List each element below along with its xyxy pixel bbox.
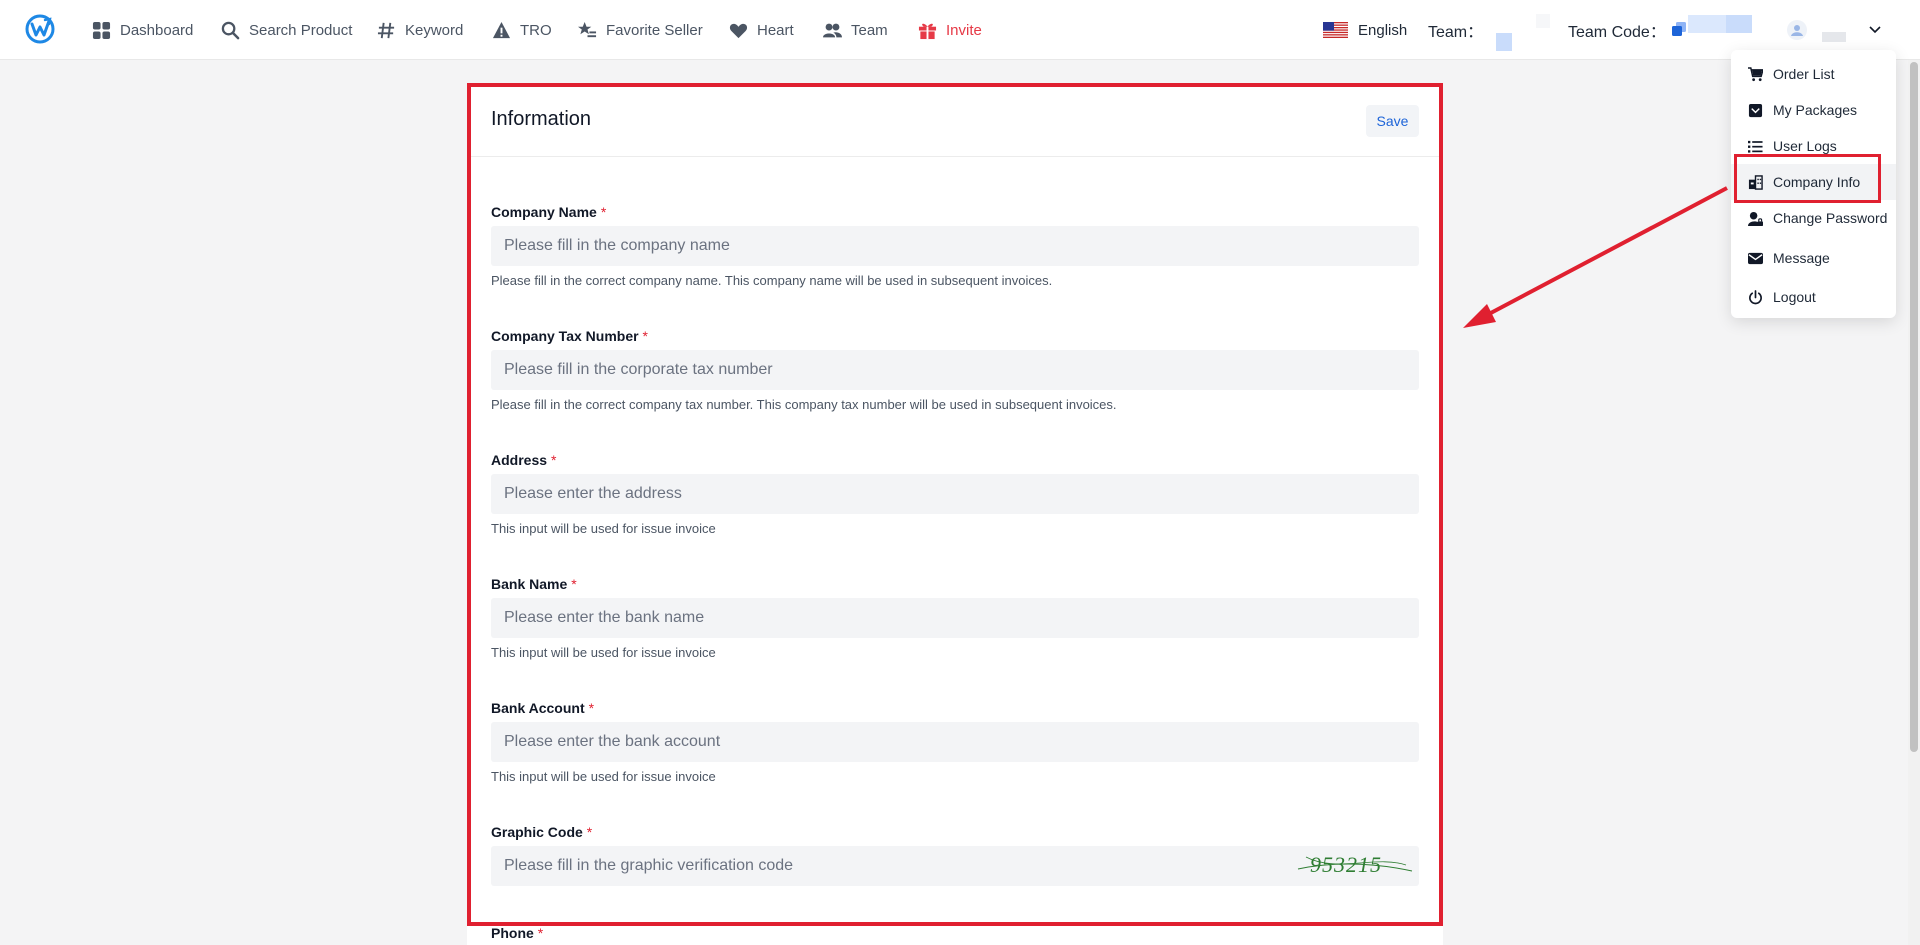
menu-item-label: Change Password [1773,210,1888,226]
tax-number-input[interactable] [491,350,1419,390]
nav-tro[interactable]: TRO [492,0,552,60]
menu-item-logout[interactable]: Logout [1731,279,1896,315]
bank-name-label: Bank Name * [491,576,577,592]
nav-heart[interactable]: Heart [729,0,794,60]
required-mark: * [551,452,557,468]
tax-number-label: Company Tax Number * [491,328,648,344]
menu-highlight-box [1734,154,1881,203]
captcha-text: 953215 [1310,852,1382,877]
graphic-code-input[interactable] [491,846,1419,886]
language-selector[interactable]: English [1323,0,1407,60]
hash-icon [377,22,395,38]
star-list-icon [578,21,597,37]
gift-icon [918,23,937,39]
field-label-text: Bank Name [491,576,568,592]
team-code-label: Team Code： [1568,24,1666,41]
nav-invite[interactable]: Invite [918,0,982,60]
company-name-input[interactable] [491,226,1419,266]
required-mark: * [600,204,607,220]
company-name-label: Company Name * [491,204,606,220]
team-name-redacted [1536,14,1550,28]
nav-dashboard[interactable]: Dashboard [92,0,193,60]
bank-name-hint: This input will be used for issue invoic… [491,645,716,660]
search-icon [221,21,240,39]
team-label: Team： [1428,24,1484,41]
field-label-text: Address [491,452,548,468]
package-icon [1748,103,1763,117]
captcha-image[interactable]: 953215 [1296,847,1414,881]
panel-title: Information [491,108,592,130]
field-label-text: Company Name [491,204,597,220]
cart-icon [1748,66,1763,81]
nav-label: Keyword [405,21,464,39]
address-label: Address * [491,452,556,468]
user-avatar-icon [1791,25,1803,36]
nav-label: TRO [520,21,552,39]
copy-icon[interactable] [1672,22,1686,36]
menu-item-my-packages[interactable]: My Packages [1731,92,1896,128]
menu-item-label: My Packages [1773,102,1858,118]
nav-label: Heart [757,21,794,39]
required-mark: * [537,925,544,941]
field-label-text: Graphic Code [491,824,583,840]
team-icon [823,23,842,37]
bank-account-input[interactable] [491,722,1419,762]
field-label-text: Bank Account [491,700,585,716]
logo-icon[interactable] [24,13,56,45]
save-button[interactable]: Save [1366,105,1419,137]
mail-icon [1748,252,1763,264]
menu-item-label: Order List [1773,66,1835,82]
menu-item-label: Logout [1773,289,1816,305]
graphic-code-label: Graphic Code * [491,824,592,840]
language-label: English [1358,21,1408,39]
user-lock-icon [1748,211,1763,226]
top-navbar: Dashboard Search Product Keyword TRO Fav… [0,0,1920,60]
scrollbar-thumb[interactable] [1910,62,1918,752]
grid-icon [92,21,111,39]
divider [471,156,1439,157]
list-icon [1748,140,1763,153]
bank-account-label: Bank Account * [491,700,594,716]
field-label-text: Phone [491,925,534,941]
nav-label: Team [851,21,888,39]
nav-team[interactable]: Team [823,0,888,60]
company-info-panel [467,83,1443,945]
nav-favorite-seller[interactable]: Favorite Seller [578,0,703,60]
menu-item-message[interactable]: Message [1731,240,1896,276]
phone-label: Phone * [491,925,543,941]
menu-item-label: User Logs [1773,138,1837,154]
field-label-text: Company Tax Number [491,328,639,344]
menu-item-order-list[interactable]: Order List [1731,56,1896,92]
nav-label: Dashboard [120,21,194,39]
nav-label: Favorite Seller [606,21,703,39]
heart-icon [729,23,748,38]
nav-label: Search Product [249,21,353,39]
nav-label: Invite [946,21,982,39]
address-input[interactable] [491,474,1419,514]
team-code-redacted [1726,15,1752,33]
required-mark: * [571,576,577,592]
us-flag-icon [1323,22,1348,38]
nav-search-product[interactable]: Search Product [221,0,352,60]
required-mark: * [642,328,648,344]
company-name-hint: Please fill in the correct company name.… [491,273,1053,288]
tax-number-hint: Please fill in the correct company tax n… [491,397,1117,412]
menu-item-change-password[interactable]: Change Password [1731,200,1896,236]
avatar[interactable] [1787,20,1807,40]
username-redacted [1822,32,1846,42]
warning-icon [492,21,511,38]
bank-account-hint: This input will be used for issue invoic… [491,769,716,784]
address-hint: This input will be used for issue invoic… [491,521,716,536]
chevron-down-icon[interactable] [1868,22,1882,36]
required-mark: * [586,824,593,840]
team-code-redacted [1688,15,1726,33]
menu-item-label: Message [1773,250,1830,266]
bank-name-input[interactable] [491,598,1419,638]
required-mark: * [588,700,595,716]
power-icon [1749,289,1762,304]
team-name-redacted [1496,33,1512,51]
nav-keyword[interactable]: Keyword [377,0,463,60]
